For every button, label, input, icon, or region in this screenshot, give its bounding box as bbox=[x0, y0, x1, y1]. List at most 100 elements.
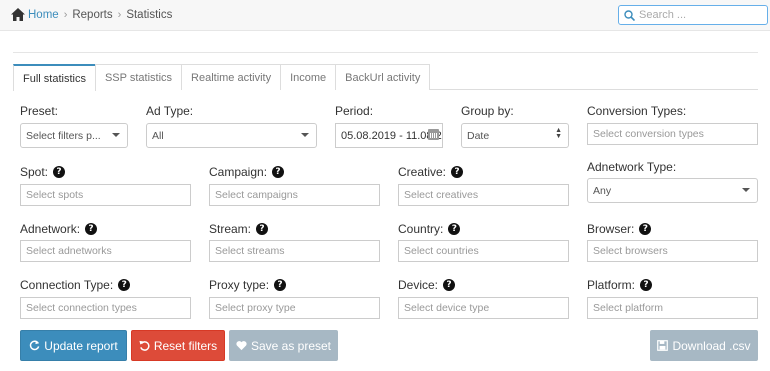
help-icon[interactable]: ? bbox=[639, 223, 652, 235]
platform-label-text: Platform: bbox=[587, 278, 636, 292]
conversion-types-label: Conversion Types: bbox=[587, 104, 687, 118]
connection-type-input[interactable] bbox=[20, 297, 191, 319]
help-icon[interactable]: ? bbox=[118, 279, 131, 291]
search-box[interactable] bbox=[618, 5, 768, 25]
home-icon bbox=[11, 8, 25, 21]
save-preset-button[interactable]: Save as preset bbox=[229, 330, 338, 361]
group-by-value: Date bbox=[467, 129, 490, 142]
device-field[interactable] bbox=[404, 302, 568, 314]
campaign-input[interactable] bbox=[209, 184, 380, 206]
connection-type-label-text: Connection Type: bbox=[20, 278, 114, 292]
country-input[interactable] bbox=[398, 240, 569, 262]
conversion-types-field[interactable] bbox=[593, 128, 757, 140]
help-icon[interactable]: ? bbox=[640, 279, 653, 291]
updown-arrows-icon: ▲ ▼ bbox=[555, 127, 562, 140]
search-icon bbox=[624, 9, 635, 21]
chevron-down-icon bbox=[112, 133, 120, 137]
breadcrumb-current: Statistics bbox=[126, 8, 173, 21]
preset-select[interactable]: Select filters p... bbox=[20, 123, 128, 148]
preset-label: Preset: bbox=[20, 104, 59, 118]
tab-backurl-activity[interactable]: BackUrl activity bbox=[335, 64, 431, 90]
creative-label: Creative:? bbox=[398, 165, 464, 179]
top-bar: Home › Reports › Statistics bbox=[0, 0, 770, 31]
period-label: Period: bbox=[335, 104, 374, 118]
stream-label-text: Stream: bbox=[209, 222, 252, 236]
creative-field[interactable] bbox=[404, 189, 568, 201]
adnetwork-type-value: Any bbox=[593, 184, 612, 197]
divider bbox=[13, 52, 758, 53]
help-icon[interactable]: ? bbox=[443, 279, 456, 291]
group-by-select[interactable]: Date ▲ ▼ bbox=[461, 123, 569, 148]
proxy-type-label-text: Proxy type: bbox=[209, 278, 270, 292]
spot-label-text: Spot: bbox=[20, 165, 49, 179]
chevron-down-icon bbox=[742, 188, 750, 192]
spot-field[interactable] bbox=[26, 189, 190, 201]
browser-input[interactable] bbox=[587, 240, 758, 262]
ad-type-label: Ad Type: bbox=[146, 104, 194, 118]
breadcrumb-separator: › bbox=[63, 8, 68, 21]
adnetwork-label: Adnetwork:? bbox=[20, 222, 98, 236]
save-preset-label: Save as preset bbox=[250, 338, 332, 353]
preset-placeholder: Select filters p... bbox=[26, 129, 101, 142]
device-input[interactable] bbox=[398, 297, 569, 319]
chevron-down-icon bbox=[301, 133, 309, 137]
help-icon[interactable]: ? bbox=[448, 223, 461, 235]
adnetwork-input[interactable] bbox=[20, 240, 191, 262]
country-field[interactable] bbox=[404, 245, 568, 257]
update-report-button[interactable]: Update report bbox=[20, 330, 127, 361]
spot-input[interactable] bbox=[20, 184, 191, 206]
period-input[interactable]: 05.08.2019 - 11.08.2019 bbox=[335, 123, 443, 148]
heart-icon bbox=[236, 341, 247, 351]
help-icon[interactable]: ? bbox=[274, 279, 287, 291]
calendar-icon[interactable] bbox=[428, 129, 439, 140]
device-label: Device:? bbox=[398, 278, 456, 292]
adnetwork-type-select[interactable]: Any bbox=[587, 178, 758, 203]
help-icon[interactable]: ? bbox=[256, 223, 269, 235]
country-label: Country:? bbox=[398, 222, 461, 236]
breadcrumb-separator: › bbox=[117, 8, 122, 21]
group-by-label: Group by: bbox=[461, 104, 514, 118]
help-icon[interactable]: ? bbox=[451, 166, 464, 178]
conversion-types-input[interactable] bbox=[587, 123, 758, 145]
stream-field[interactable] bbox=[215, 245, 379, 257]
creative-label-text: Creative: bbox=[398, 165, 447, 179]
tab-full-statistics[interactable]: Full statistics bbox=[13, 64, 96, 91]
reset-filters-button[interactable]: Reset filters bbox=[131, 330, 225, 361]
spot-label: Spot:? bbox=[20, 165, 66, 179]
tab-income[interactable]: Income bbox=[280, 64, 337, 90]
country-label-text: Country: bbox=[398, 222, 444, 236]
help-icon[interactable]: ? bbox=[53, 166, 66, 178]
help-icon[interactable]: ? bbox=[85, 223, 98, 235]
adnetwork-field[interactable] bbox=[26, 245, 190, 257]
platform-label: Platform:? bbox=[587, 278, 653, 292]
refresh-icon bbox=[30, 340, 40, 351]
browser-field[interactable] bbox=[593, 245, 757, 257]
update-report-label: Update report bbox=[44, 338, 118, 353]
ad-type-value: All bbox=[152, 129, 164, 142]
proxy-type-input[interactable] bbox=[209, 297, 380, 319]
platform-input[interactable] bbox=[587, 297, 758, 319]
help-icon[interactable]: ? bbox=[272, 166, 285, 178]
platform-field[interactable] bbox=[593, 302, 757, 314]
campaign-label: Campaign:? bbox=[209, 165, 285, 179]
ad-type-select[interactable]: All bbox=[146, 123, 317, 148]
connection-type-label: Connection Type:? bbox=[20, 278, 131, 292]
reset-filters-label: Reset filters bbox=[153, 338, 218, 353]
floppy-disk-icon bbox=[657, 340, 669, 351]
tab-realtime-activity[interactable]: Realtime activity bbox=[181, 64, 282, 90]
proxy-type-field[interactable] bbox=[215, 302, 379, 314]
undo-icon bbox=[139, 340, 150, 351]
browser-label: Browser:? bbox=[587, 222, 652, 236]
campaign-field[interactable] bbox=[215, 189, 379, 201]
stream-input[interactable] bbox=[209, 240, 380, 262]
adnetwork-label-text: Adnetwork: bbox=[20, 222, 81, 236]
adnetwork-type-label: Adnetwork Type: bbox=[587, 160, 677, 174]
creative-input[interactable] bbox=[398, 184, 569, 206]
download-csv-button[interactable]: Download .csv bbox=[650, 330, 758, 361]
browser-label-text: Browser: bbox=[587, 222, 635, 236]
search-input[interactable] bbox=[639, 9, 759, 21]
breadcrumb-home-link[interactable]: Home bbox=[28, 9, 59, 21]
breadcrumb-reports[interactable]: Reports bbox=[72, 9, 112, 21]
connection-type-field[interactable] bbox=[26, 302, 190, 314]
tab-ssp-statistics[interactable]: SSP statistics bbox=[94, 64, 183, 90]
